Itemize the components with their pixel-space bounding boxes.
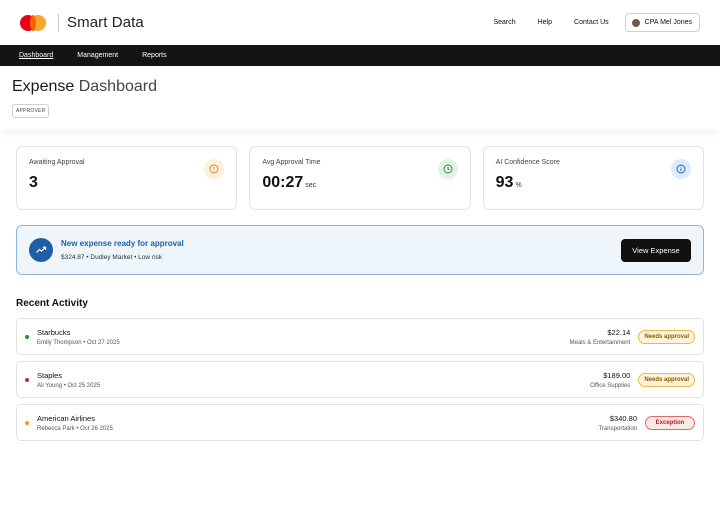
- view-expense-button[interactable]: View Expense: [621, 238, 691, 262]
- item-meta: Emily Thompson • Oct 27 2025: [37, 339, 120, 346]
- stat-label: Awaiting Approval: [29, 159, 85, 166]
- item-category: Transportation: [598, 425, 637, 432]
- user-name: CPA Mel Jones: [644, 19, 692, 26]
- stat-label: Avg Approval Time: [262, 159, 321, 166]
- nav-item-management[interactable]: Management: [77, 52, 118, 59]
- item-category: Office Supplies: [590, 382, 631, 389]
- page-header: Expense Dashboard APPROVER: [0, 66, 720, 130]
- main-nav: Dashboard Management Reports: [0, 45, 720, 66]
- info-icon: [670, 159, 691, 179]
- status-dot: [25, 420, 29, 425]
- brand-divider: [58, 13, 59, 32]
- mastercard-logo-icon: [20, 14, 46, 31]
- brand-name: Smart Data: [67, 14, 144, 31]
- stat-value: 00:27 sec: [262, 174, 317, 191]
- stat-card-avg-approval-time[interactable]: Avg Approval Time 00:27 sec: [249, 146, 471, 210]
- section-title: Recent Activity: [16, 298, 88, 309]
- contact-us-link[interactable]: Contact Us: [574, 19, 609, 26]
- item-meta: Rebecca Park • Oct 26 2025: [37, 425, 113, 432]
- status-dot: [25, 334, 29, 339]
- nav-item-dashboard[interactable]: Dashboard: [19, 52, 53, 59]
- merchant-name: Staples: [37, 370, 63, 380]
- user-menu-button[interactable]: CPA Mel Jones: [624, 13, 700, 32]
- search-link[interactable]: Search: [493, 19, 515, 26]
- recent-activity-list: Starbucks Emily Thompson • Oct 27 2025 $…: [16, 318, 704, 441]
- banner-title: New expense ready for approval: [61, 239, 184, 248]
- stat-card-ai-confidence[interactable]: AI Confidence Score 93%: [482, 146, 704, 210]
- clock-icon: [437, 159, 458, 179]
- merchant-name: Starbucks: [37, 327, 71, 337]
- utility-nav: Search Help Contact Us CPA Mel Jones: [471, 13, 700, 32]
- help-link[interactable]: Help: [538, 19, 552, 26]
- nav-item-reports[interactable]: Reports: [142, 52, 167, 59]
- trending-up-icon: [29, 238, 53, 262]
- stat-value: 93%: [495, 174, 522, 191]
- page-title: Expense Dashboard: [12, 78, 157, 95]
- list-item[interactable]: Staples Ali Young • Oct 25 2025 $189.00 …: [16, 361, 704, 398]
- list-item[interactable]: Starbucks Emily Thompson • Oct 27 2025 $…: [16, 318, 704, 355]
- item-category: Meals & Entertainment: [569, 339, 631, 346]
- status-badge: Exception: [645, 415, 695, 430]
- item-amount: $189.00: [603, 370, 631, 380]
- banner-text: New expense ready for approval $324.87 •…: [61, 239, 184, 261]
- approval-banner: New expense ready for approval $324.87 •…: [16, 225, 704, 275]
- avatar: [631, 18, 640, 27]
- item-amount: $22.14: [607, 327, 631, 337]
- item-meta: Ali Young • Oct 25 2025: [37, 382, 101, 389]
- status-badge: Needs approval: [638, 372, 695, 387]
- list-item[interactable]: American Airlines Rebecca Park • Oct 26 …: [16, 404, 704, 441]
- stat-label: AI Confidence Score: [495, 159, 560, 166]
- merchant-name: American Airlines: [37, 413, 95, 423]
- banner-subtitle: $324.87 • Dudley Market • Low risk: [61, 254, 163, 261]
- stat-card-awaiting-approval[interactable]: Awaiting Approval 3: [16, 146, 238, 210]
- status-badge: Needs approval: [638, 329, 695, 344]
- top-header: Smart Data Search Help Contact Us CPA Me…: [0, 0, 720, 45]
- status-dot: [25, 377, 29, 382]
- role-badge: APPROVER: [12, 104, 50, 118]
- item-amount: $340.80: [609, 413, 637, 423]
- stats-row: Awaiting Approval 3 Avg Approval Time 00…: [0, 146, 720, 210]
- logo[interactable]: Smart Data: [20, 13, 144, 32]
- stat-value: 3: [29, 174, 38, 191]
